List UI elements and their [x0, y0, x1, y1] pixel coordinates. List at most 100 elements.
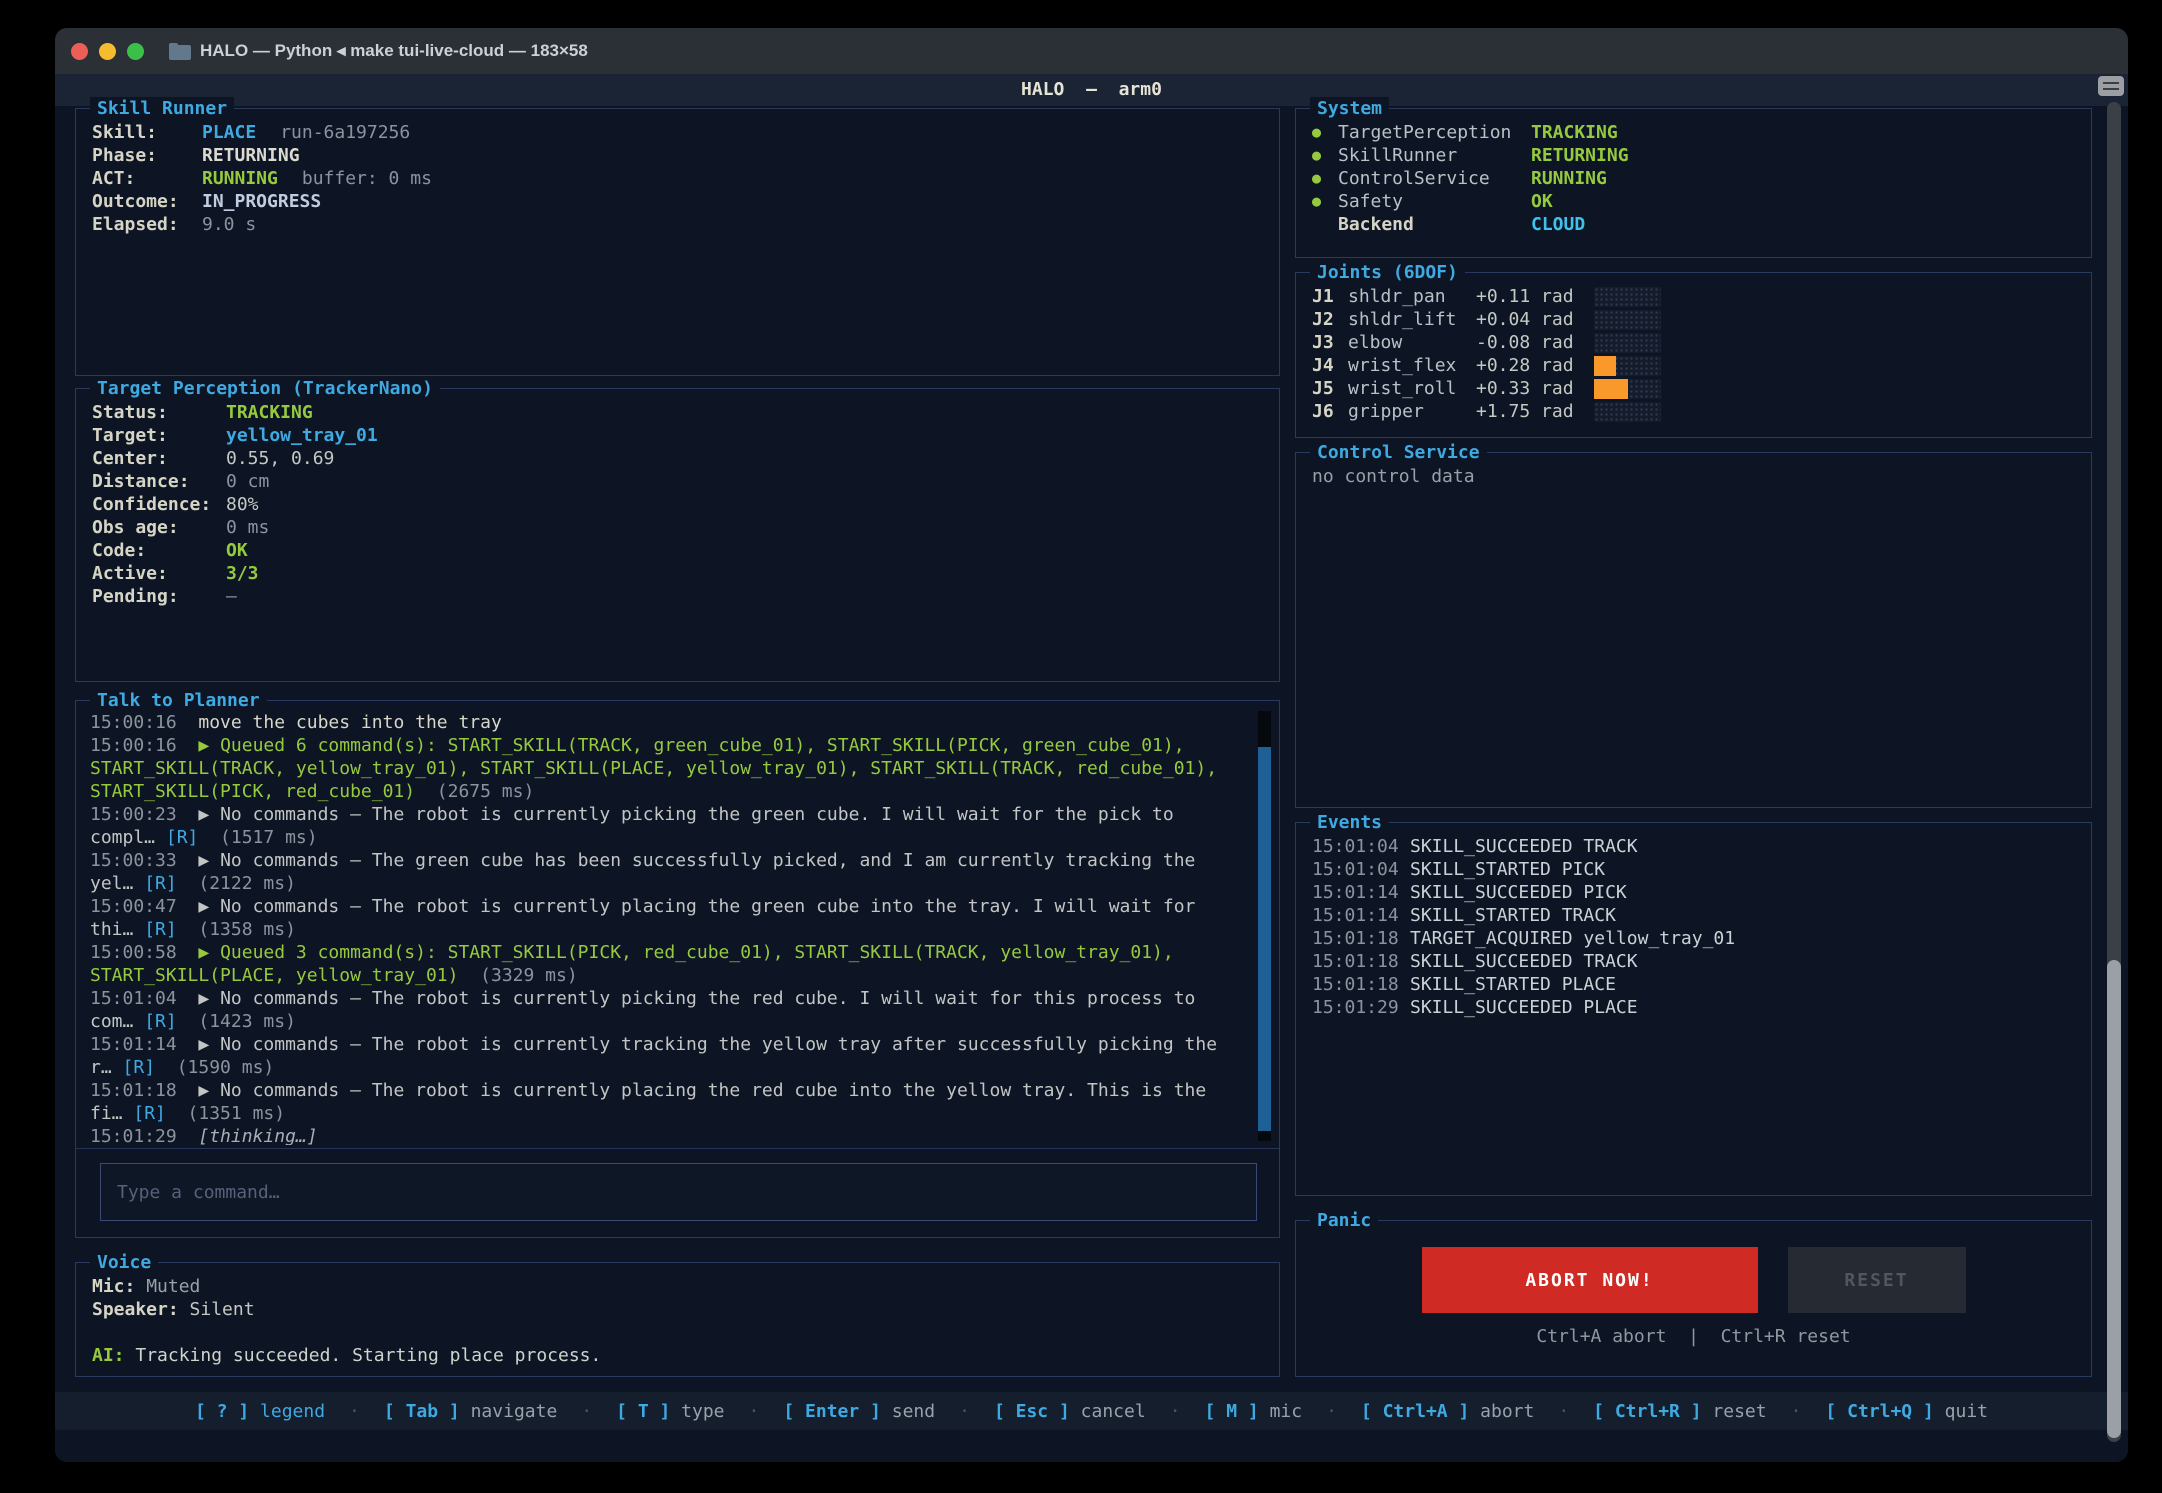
mic-label: Mic:	[92, 1276, 135, 1297]
kv-value: PLACE	[202, 122, 256, 143]
kv-extra: buffer: 0 ms	[302, 168, 432, 189]
event-time: 15:01:29	[1312, 996, 1410, 1019]
log-entry: 15:00:16 ▶ Queued 6 command(s): START_SK…	[90, 734, 1249, 803]
joint-id: J1	[1312, 285, 1348, 308]
kv-row: Status:TRACKING	[92, 401, 1263, 424]
event-rows: 15:01:04SKILL_SUCCEEDED TRACK15:01:04SKI…	[1296, 823, 2091, 1019]
chat-scrollbar-thumb[interactable]	[1258, 747, 1271, 1131]
system-label: TargetPerception	[1338, 121, 1531, 144]
panel-skill-runner: Skill Runner Skill:PLACErun-6a197256Phas…	[75, 108, 1280, 376]
statusbar-hint-reset: [ Ctrl+R ] reset	[1593, 1400, 1766, 1423]
kv-value: 0 ms	[226, 517, 269, 538]
panel-title-panic: Panic	[1310, 1209, 1378, 1232]
statusbar-hint-send: [ Enter ] send	[783, 1400, 935, 1423]
joint-value: +0.04 rad	[1476, 308, 1576, 331]
kv-value: TRACKING	[226, 402, 313, 423]
skill-runner-rows: Skill:PLACErun-6a197256Phase:RETURNINGAC…	[76, 109, 1279, 236]
log-segment: [R]	[123, 1057, 156, 1078]
statusbar-key: [ Ctrl+Q ]	[1825, 1401, 1944, 1422]
joint-id: J2	[1312, 308, 1348, 331]
reset-button[interactable]: RESET	[1788, 1247, 1966, 1313]
abort-now-button[interactable]: ABORT NOW!	[1422, 1247, 1758, 1313]
log-segment: ▶	[198, 850, 220, 871]
close-button[interactable]	[71, 43, 88, 60]
kv-value: 9.0 s	[202, 214, 256, 235]
panel-voice: Voice Mic: Muted Speaker: Silent AI: Tra…	[75, 1262, 1280, 1377]
minimize-button[interactable]	[99, 43, 116, 60]
command-input[interactable]	[100, 1163, 1257, 1221]
joint-value: +0.11 rad	[1476, 285, 1576, 308]
system-row: ●SkillRunnerRETURNING	[1312, 144, 2075, 167]
kv-label: Target:	[92, 424, 226, 447]
panel-title-control-service: Control Service	[1310, 441, 1487, 464]
terminal-scrollbar-thumb[interactable]	[2107, 960, 2121, 1438]
folder-icon	[169, 43, 191, 60]
mic-value: Muted	[146, 1276, 200, 1297]
log-segment: (1423 ms)	[177, 1011, 296, 1032]
kv-value: 3/3	[226, 563, 259, 584]
log-segment: ▶	[198, 735, 220, 756]
log-segment: (1351 ms)	[166, 1103, 285, 1124]
kv-value: RUNNING	[202, 168, 278, 189]
kv-row: ACT:RUNNINGbuffer: 0 ms	[92, 167, 1263, 190]
panel-title-voice: Voice	[90, 1251, 158, 1274]
log-entry: 15:01:29 [thinking…]	[90, 1125, 1249, 1145]
ai-label: AI:	[92, 1345, 125, 1366]
panel-system: System ●TargetPerceptionTRACKING●SkillRu…	[1295, 108, 2092, 258]
statusbar: [ ? ] legend·[ Tab ] navigate·[ T ] type…	[55, 1392, 2128, 1430]
event-row: 15:01:18TARGET_ACQUIRED yellow_tray_01	[1312, 927, 2075, 950]
log-segment: [R]	[133, 1103, 166, 1124]
joint-value: -0.08 rad	[1476, 331, 1576, 354]
event-text: SKILL_STARTED PLACE	[1410, 973, 1616, 996]
joint-value: +0.28 rad	[1476, 354, 1576, 377]
statusbar-hint-mic: [ M ] mic	[1205, 1400, 1303, 1423]
event-text: SKILL_SUCCEEDED PICK	[1410, 881, 1627, 904]
event-row: 15:01:14SKILL_SUCCEEDED PICK	[1312, 881, 2075, 904]
statusbar-separator: ·	[349, 1400, 360, 1423]
status-dot: ●	[1312, 144, 1338, 167]
panel-target-perception: Target Perception (TrackerNano) Status:T…	[75, 388, 1280, 682]
statusbar-key: [ Enter ]	[783, 1401, 891, 1422]
joint-name: shldr_pan	[1348, 285, 1476, 308]
system-value: CLOUD	[1531, 213, 1585, 236]
joint-bar	[1594, 402, 1661, 422]
log-segment: Queued 3 command(s): START_SKILL(PICK, r…	[90, 942, 1185, 986]
kv-label: Outcome:	[92, 190, 202, 213]
statusbar-label: mic	[1270, 1401, 1303, 1422]
panel-title-joints: Joints (6DOF)	[1310, 261, 1465, 284]
terminal-content: HALO — arm0 Skill Runner Skill:PLACErun-…	[55, 74, 2128, 1462]
joint-row: J2shldr_lift+0.04 rad	[1312, 308, 2075, 331]
panel-title-system: System	[1310, 97, 1389, 120]
event-time: 15:01:04	[1312, 835, 1410, 858]
event-row: 15:01:14SKILL_STARTED TRACK	[1312, 904, 2075, 927]
zoom-button[interactable]	[127, 43, 144, 60]
joint-row: J1shldr_pan+0.11 rad	[1312, 285, 2075, 308]
panel-control-service: Control Service no control data	[1295, 452, 2092, 808]
log-entry: 15:00:33 ▶ No commands — The green cube …	[90, 849, 1249, 895]
kv-label: Skill:	[92, 121, 202, 144]
log-entry: 15:00:16 move the cubes into the tray	[90, 711, 1249, 734]
statusbar-key: [ Ctrl+R ]	[1593, 1401, 1712, 1422]
system-value: OK	[1531, 190, 1553, 213]
split-pane-button[interactable]	[2098, 76, 2124, 96]
kv-row: Distance:0 cm	[92, 470, 1263, 493]
joint-row: J4wrist_flex+0.28 rad	[1312, 354, 2075, 377]
joint-id: J3	[1312, 331, 1348, 354]
joint-rows: J1shldr_pan+0.11 radJ2shldr_lift+0.04 ra…	[1296, 273, 2091, 423]
joint-id: J5	[1312, 377, 1348, 400]
planner-log: 15:00:16 move the cubes into the tray15:…	[90, 711, 1249, 1145]
kv-row: Active:3/3	[92, 562, 1263, 585]
kv-row: Phase:RETURNING	[92, 144, 1263, 167]
event-text: SKILL_STARTED PICK	[1410, 858, 1605, 881]
event-text: SKILL_SUCCEEDED TRACK	[1410, 950, 1638, 973]
joint-id: J6	[1312, 400, 1348, 423]
event-time: 15:01:14	[1312, 904, 1410, 927]
panel-talk-to-planner: Talk to Planner 15:00:16 move the cubes …	[75, 700, 1280, 1238]
ai-text: Tracking succeeded. Starting place proce…	[135, 1345, 601, 1366]
statusbar-label: navigate	[471, 1401, 558, 1422]
system-row: ●TargetPerceptionTRACKING	[1312, 121, 2075, 144]
joint-row: J5wrist_roll+0.33 rad	[1312, 377, 2075, 400]
event-time: 15:01:18	[1312, 950, 1410, 973]
log-segment: [R]	[144, 1011, 177, 1032]
log-segment: [thinking…]	[198, 1126, 317, 1145]
